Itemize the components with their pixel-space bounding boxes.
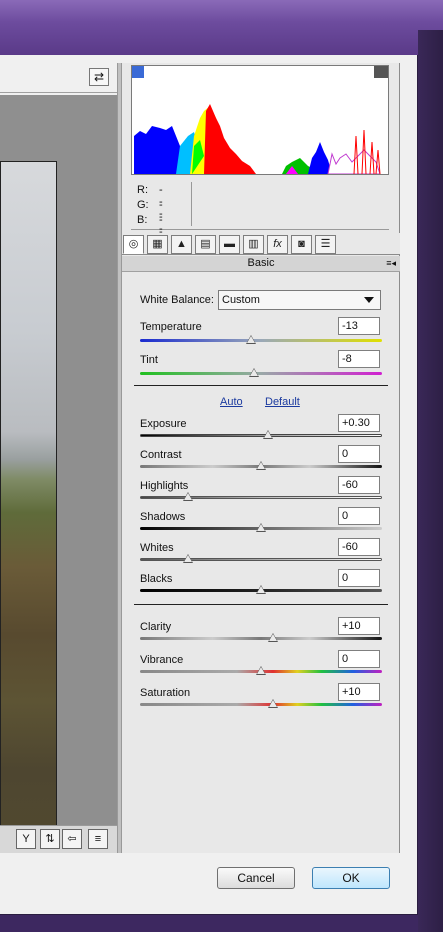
- temperature-track[interactable]: [140, 339, 382, 342]
- contrast-input[interactable]: 0: [338, 445, 380, 463]
- chevron-down-icon: [364, 297, 374, 303]
- ok-button[interactable]: OK: [312, 867, 390, 889]
- section-separator-2: [134, 604, 388, 605]
- detail-tab-icon[interactable]: ▲: [171, 235, 192, 254]
- preview-image[interactable]: [0, 161, 57, 838]
- exposure-label: Exposure: [140, 418, 187, 430]
- shadows-slider-thumb[interactable]: [256, 523, 266, 532]
- default-link[interactable]: Default: [265, 396, 300, 408]
- vibrance-input[interactable]: 0: [338, 650, 380, 668]
- contrast-slider-thumb[interactable]: [256, 461, 266, 470]
- blacks-slider-thumb[interactable]: [256, 585, 266, 594]
- before-after-toggle-icon[interactable]: ⇄: [89, 68, 109, 86]
- hsl-tab-icon[interactable]: ▤: [195, 235, 216, 254]
- temperature-label: Temperature: [140, 321, 202, 333]
- contrast-label: Contrast: [140, 449, 182, 461]
- saturation-track[interactable]: [140, 703, 382, 706]
- window-edge: [418, 30, 443, 932]
- tone-curve-tab-icon[interactable]: ▦: [147, 235, 168, 254]
- clarity-input[interactable]: +10: [338, 617, 380, 635]
- exposure-input[interactable]: +0.30: [338, 414, 380, 432]
- panel-tabs: ◎ ▦ ▲ ▤ ▬ ▥ fx ◙ ☰: [122, 233, 400, 255]
- auto-link[interactable]: Auto: [220, 396, 243, 408]
- exposure-track[interactable]: [140, 434, 382, 437]
- preview-area: [0, 95, 117, 853]
- adjustments-panel: R: --- G: --- B: --- ◎ ▦ ▲ ▤ ▬ ▥ fx ◙ ☰: [122, 63, 400, 853]
- settings-sliders-icon[interactable]: ≡: [88, 829, 108, 849]
- blacks-input[interactable]: 0: [338, 569, 380, 587]
- tint-track[interactable]: [140, 372, 382, 375]
- histogram: [131, 65, 389, 175]
- whites-track[interactable]: [140, 558, 382, 561]
- clarity-slider-thumb[interactable]: [268, 633, 279, 642]
- fx-tab-icon[interactable]: fx: [267, 235, 288, 254]
- saturation-slider-thumb[interactable]: [268, 699, 279, 708]
- highlights-label: Highlights: [140, 480, 189, 492]
- camera-calibration-tab-icon[interactable]: ◙: [291, 235, 312, 254]
- tint-input[interactable]: -8: [338, 350, 380, 368]
- presets-tab-icon[interactable]: ☰: [315, 235, 336, 254]
- white-balance-select[interactable]: Custom: [218, 290, 381, 310]
- panel-menu-icon[interactable]: ≡◂: [386, 256, 396, 271]
- white-balance-value: Custom: [222, 294, 260, 306]
- tint-label: Tint: [140, 354, 158, 366]
- split-toning-tab-icon[interactable]: ▬: [219, 235, 240, 254]
- whites-input[interactable]: -60: [338, 538, 380, 556]
- temperature-slider-thumb[interactable]: [246, 335, 257, 344]
- cancel-button[interactable]: Cancel: [217, 867, 295, 889]
- camera-raw-dialog: ⇄ Y ⇅ ⇦ ≡ R: --- G: --- B: -- ◎ ▦ ▲ ▤ ▬ …: [0, 55, 418, 915]
- temperature-input[interactable]: -13: [338, 317, 380, 335]
- blacks-label: Blacks: [140, 573, 173, 585]
- title-bar: [0, 0, 443, 55]
- saturation-input[interactable]: +10: [338, 683, 380, 701]
- clarity-label: Clarity: [140, 621, 172, 633]
- swap-settings-icon[interactable]: ⇅: [40, 829, 60, 849]
- lens-correction-tab-icon[interactable]: ▥: [243, 235, 264, 254]
- vibrance-slider-thumb[interactable]: [256, 666, 266, 675]
- basic-tab-icon[interactable]: ◎: [123, 235, 144, 254]
- copy-settings-icon[interactable]: ⇦: [62, 829, 82, 849]
- white-balance-label: White Balance:: [140, 294, 214, 306]
- highlights-input[interactable]: -60: [338, 476, 380, 494]
- g-label: G:: [137, 199, 149, 211]
- histogram-graph: [134, 104, 381, 174]
- saturation-label: Saturation: [140, 687, 191, 699]
- tint-slider-thumb[interactable]: [248, 368, 259, 377]
- r-label: R:: [137, 184, 148, 196]
- shadows-label: Shadows: [140, 511, 186, 523]
- view-toggle-icon[interactable]: Y: [16, 829, 36, 849]
- b-label: B:: [137, 214, 148, 226]
- readout-divider: [191, 182, 192, 226]
- rgb-readout: R: --- G: --- B: ---: [131, 178, 389, 250]
- preview-toolbar: ⇄: [0, 63, 117, 93]
- highlights-slider-thumb[interactable]: [183, 492, 194, 501]
- whites-label: Whites: [140, 542, 174, 554]
- section-title: Basic: [247, 257, 275, 269]
- exposure-slider-thumb[interactable]: [263, 430, 274, 439]
- highlights-track[interactable]: [140, 496, 382, 499]
- vibrance-label: Vibrance: [140, 654, 184, 666]
- section-separator: [134, 385, 388, 386]
- shadows-input[interactable]: 0: [338, 507, 380, 525]
- section-header: Basic ≡◂: [122, 256, 400, 272]
- preview-bottom-tools: Y ⇅ ⇦ ≡: [0, 825, 117, 853]
- clarity-track[interactable]: [140, 637, 382, 640]
- whites-slider-thumb[interactable]: [183, 554, 194, 563]
